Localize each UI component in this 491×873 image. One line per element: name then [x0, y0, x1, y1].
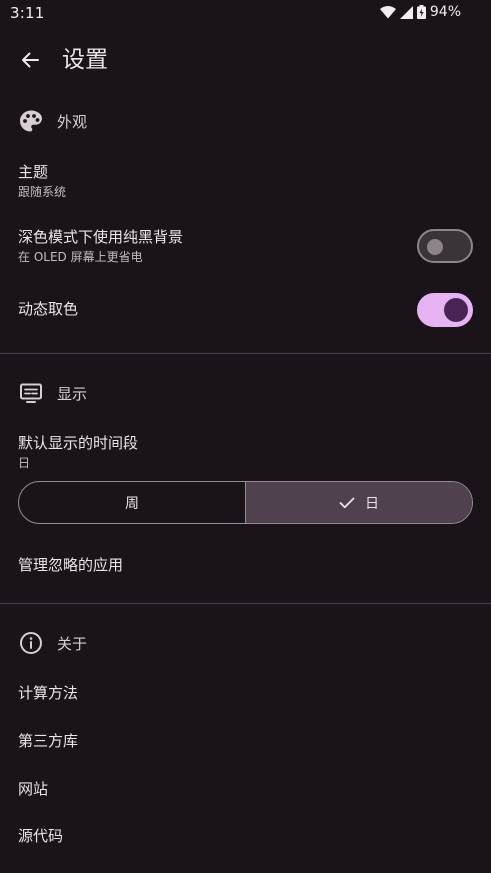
page-title: 设置	[62, 47, 108, 73]
segment-week-label: 周	[125, 495, 139, 512]
switch-knob	[444, 298, 468, 322]
display-settings-icon	[18, 380, 44, 406]
section-header-about: 关于	[18, 630, 87, 656]
about-item-source-code[interactable]	[0, 814, 491, 860]
status-time: 3:11	[10, 4, 45, 22]
battery-percent: 94%	[429, 4, 461, 20]
dynamic-color-switch[interactable]	[417, 293, 473, 327]
switch-knob	[427, 239, 443, 255]
section-label-appearance: 外观	[57, 112, 88, 131]
pure-black-subtitle: 在 OLED 屏幕上更省电	[18, 250, 143, 264]
section-label-about: 关于	[57, 634, 88, 653]
section-header-display: 显示	[18, 380, 87, 406]
ignored-apps-title: 管理忽略的应用	[18, 556, 124, 574]
theme-setting[interactable]	[0, 152, 491, 208]
wifi-icon	[379, 5, 396, 19]
back-button[interactable]	[14, 46, 46, 78]
about-item-label: 第三方库	[18, 732, 79, 750]
about-item-website[interactable]	[0, 766, 491, 812]
status-icons: 94%	[379, 4, 461, 20]
segment-day[interactable]: 日	[246, 482, 472, 523]
segment-week[interactable]: 周	[19, 482, 246, 523]
theme-value: 跟随系统	[18, 185, 67, 199]
theme-title: 主题	[18, 163, 49, 181]
period-segmented-control: 周 日	[18, 481, 473, 524]
section-label-display: 显示	[57, 384, 88, 403]
segment-day-label: 日	[365, 495, 379, 512]
check-icon	[339, 497, 355, 509]
arrow-back-icon	[20, 50, 40, 74]
battery-icon	[416, 5, 426, 19]
signal-icon	[399, 5, 413, 19]
dynamic-color-title: 动态取色	[18, 300, 79, 318]
pure-black-title: 深色模式下使用纯黑背景	[18, 228, 184, 246]
info-icon	[18, 630, 44, 656]
default-period-value: 日	[18, 456, 31, 470]
about-item-label: 计算方法	[18, 684, 79, 702]
pure-black-switch[interactable]	[417, 229, 473, 263]
divider	[0, 603, 491, 604]
section-header-appearance: 外观	[18, 108, 87, 134]
divider	[0, 353, 491, 354]
about-item-label: 网站	[18, 780, 49, 798]
palette-icon	[18, 108, 44, 134]
default-period-title: 默认显示的时间段	[18, 434, 139, 452]
about-item-label: 源代码	[18, 827, 64, 845]
